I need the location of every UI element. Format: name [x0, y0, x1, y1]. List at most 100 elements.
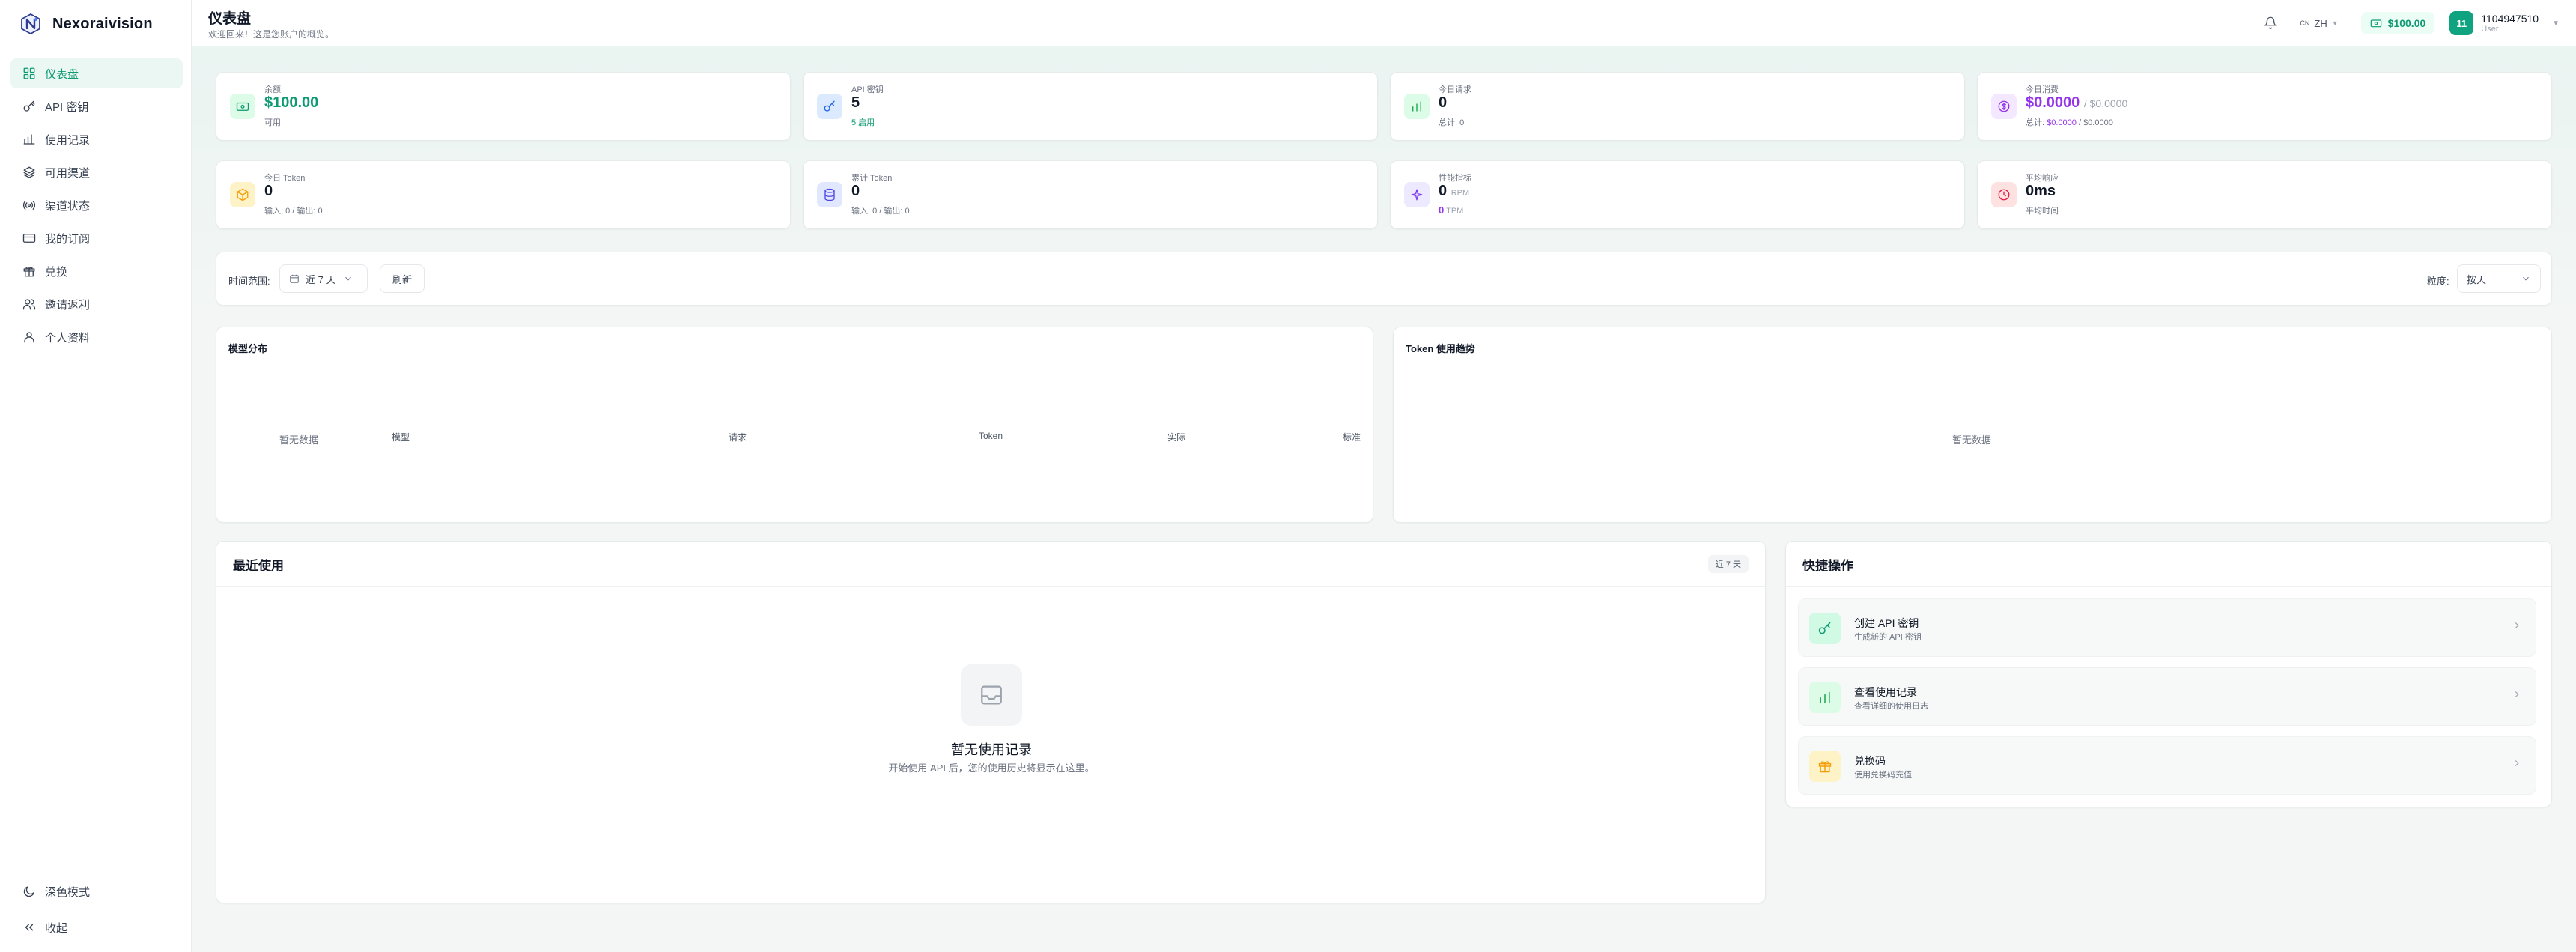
gift-icon [1809, 751, 1841, 782]
sidebar-item-redeem[interactable]: 兑换 [10, 256, 183, 286]
page-subtitle: 欢迎回来！这是您账户的概览。 [208, 29, 335, 40]
bell-icon[interactable] [2264, 16, 2279, 31]
sidebar-item-label: 个人资料 [45, 331, 91, 345]
stat-unit: RPM [1450, 189, 1470, 198]
inbox-icon [961, 664, 1022, 726]
sidebar-item-dashboard[interactable]: 仪表盘 [10, 58, 183, 88]
language-code: CN [2300, 19, 2310, 27]
user-role: User [2481, 24, 2499, 34]
panel-title: 模型分布 [228, 343, 268, 354]
time-range-label: 时间范围: [228, 276, 270, 287]
sidebar-item-subscription[interactable]: 我的订阅 [10, 223, 183, 253]
chevron-right-icon [2512, 620, 2522, 631]
brand[interactable]: Nexoraivision [19, 10, 153, 37]
sidebar-item-label: API 密钥 [45, 100, 89, 114]
granularity-select[interactable]: 按天 [2457, 264, 2541, 293]
stat-sub: 5 启用 [851, 118, 875, 127]
stat-label: 余额 [264, 85, 281, 94]
empty-text: 暂无数据 [1952, 434, 1992, 446]
quick-action-desc: 使用兑换码充值 [1854, 771, 1912, 780]
stat-card-today-tokens: 今日 Token 0 输入: 0 / 输出: 0 [216, 160, 791, 229]
bar-chart-icon [1404, 94, 1430, 119]
stat-sub: 输入: 0 / 输出: 0 [264, 207, 323, 216]
stat-sub-unit: TPM [1446, 207, 1464, 216]
sparkle-icon [1404, 182, 1430, 207]
clock-icon [1991, 182, 2017, 207]
quick-actions-panel: 快捷操作 创建 API 密钥 生成新的 API 密钥 查看使用记录 查看详细的使… [1785, 541, 2552, 807]
dashboard-icon [22, 67, 36, 80]
stat-sub-wrap: 总计: $0.0000 / $0.0000 [2026, 116, 2113, 128]
stat-value: 0 [264, 183, 273, 199]
dark-mode-label: 深色模式 [45, 885, 91, 899]
quick-action-desc: 生成新的 API 密钥 [1854, 633, 1922, 642]
quick-action-redeem-code[interactable]: 兑换码 使用兑换码充值 [1798, 736, 2536, 795]
logo-icon [21, 13, 40, 35]
user-name: 1104947510 [2481, 12, 2539, 25]
quick-action-create-key[interactable]: 创建 API 密钥 生成新的 API 密钥 [1798, 598, 2536, 657]
collapse-label: 收起 [45, 921, 68, 935]
stat-value-wrap: 0 RPM [1439, 183, 1469, 200]
stat-value-wrap: $0.0000 / $0.0000 [2026, 94, 2127, 112]
range-chip: 近 7 天 [1707, 555, 1749, 573]
dollar-icon [1991, 94, 2017, 119]
sidebar-item-api-keys[interactable]: API 密钥 [10, 91, 183, 121]
column-header-standard: 标准 [1343, 432, 1361, 443]
divider [1786, 586, 2551, 587]
stat-value: 0ms [2026, 183, 2056, 199]
chevron-down-icon [2521, 273, 2531, 284]
stat-value: $0.0000 [2026, 94, 2080, 111]
sidebar-nav: 仪表盘 API 密钥 使用记录 可用渠道 渠道状态 我的订阅 兑换 邀请返利 个… [10, 58, 183, 355]
refresh-label: 刷新 [392, 273, 412, 285]
stat-sub: 输入: 0 / 输出: 0 [851, 207, 910, 216]
stat-sub-suffix: / $0.0000 [2078, 118, 2113, 127]
user-menu[interactable]: 11 1104947510 User ▼ [2449, 11, 2560, 35]
header-actions: CN ZH ▼ $100.00 11 1104947510 User ▼ [2264, 0, 2560, 46]
top-header: 仪表盘 欢迎回来！这是您账户的概览。 CN ZH ▼ $100.00 11 11… [192, 0, 2576, 46]
wallet-icon [2370, 17, 2382, 29]
column-header-actual: 实际 [1167, 432, 1186, 443]
stat-label: 平均响应 [2026, 174, 2059, 183]
quick-action-view-usage[interactable]: 查看使用记录 查看详细的使用日志 [1798, 667, 2536, 726]
avatar: 11 [2449, 11, 2474, 35]
sidebar-item-label: 邀请返利 [45, 298, 91, 312]
stat-sub: 总计: 0 [1439, 118, 1465, 127]
header-balance[interactable]: $100.00 [2360, 12, 2435, 34]
stat-sub: 平均时间 [2026, 207, 2059, 216]
quick-action-desc: 查看详细的使用日志 [1854, 702, 1928, 711]
sidebar-item-profile[interactable]: 个人资料 [10, 322, 183, 352]
signal-icon [22, 198, 36, 212]
chevron-down-icon: ▼ [2331, 19, 2339, 27]
collapse-sidebar-button[interactable]: 收起 [10, 912, 183, 942]
stat-label: 累计 Token [851, 174, 893, 183]
chevron-right-icon [2512, 758, 2522, 768]
sidebar-item-referral[interactable]: 邀请返利 [10, 289, 183, 319]
stat-value: 5 [851, 94, 860, 111]
empty-desc: 开始使用 API 后，您的使用历史将显示在这里。 [888, 762, 1095, 774]
wallet-icon [230, 94, 255, 119]
sidebar-item-channels[interactable]: 可用渠道 [10, 157, 183, 187]
dark-mode-toggle[interactable]: 深色模式 [10, 876, 183, 906]
time-range-select[interactable]: 近 7 天 [279, 264, 368, 293]
stat-sub-value: 0 [1439, 204, 1445, 216]
key-icon [22, 100, 36, 113]
sidebar-item-label: 渠道状态 [45, 199, 91, 213]
chevron-down-icon [343, 273, 353, 284]
refresh-button[interactable]: 刷新 [380, 264, 425, 293]
gift-icon [22, 264, 36, 278]
sidebar-item-usage[interactable]: 使用记录 [10, 124, 183, 154]
sidebar-item-channel-status[interactable]: 渠道状态 [10, 190, 183, 220]
quick-action-title: 查看使用记录 [1854, 686, 1917, 698]
stat-card-api-keys: API 密钥 5 5 启用 [803, 72, 1378, 141]
main-content: 余额 $100.00 可用 API 密钥 5 5 启用 今日请求 0 总计: 0… [192, 46, 2576, 952]
granularity-label: 粒度: [2427, 276, 2449, 287]
language-selector[interactable]: CN ZH ▼ [2300, 18, 2338, 29]
language-label: ZH [2314, 17, 2327, 29]
empty-title: 暂无使用记录 [951, 742, 1032, 757]
quick-action-title: 兑换码 [1854, 755, 1886, 767]
section-title: 最近使用 [233, 559, 284, 573]
bar-chart-icon [1809, 682, 1841, 713]
column-header-model: 模型 [392, 432, 410, 443]
sidebar-bottom: 深色模式 收起 [10, 876, 183, 945]
key-icon [1809, 613, 1841, 644]
quick-action-title: 创建 API 密钥 [1854, 617, 1919, 629]
